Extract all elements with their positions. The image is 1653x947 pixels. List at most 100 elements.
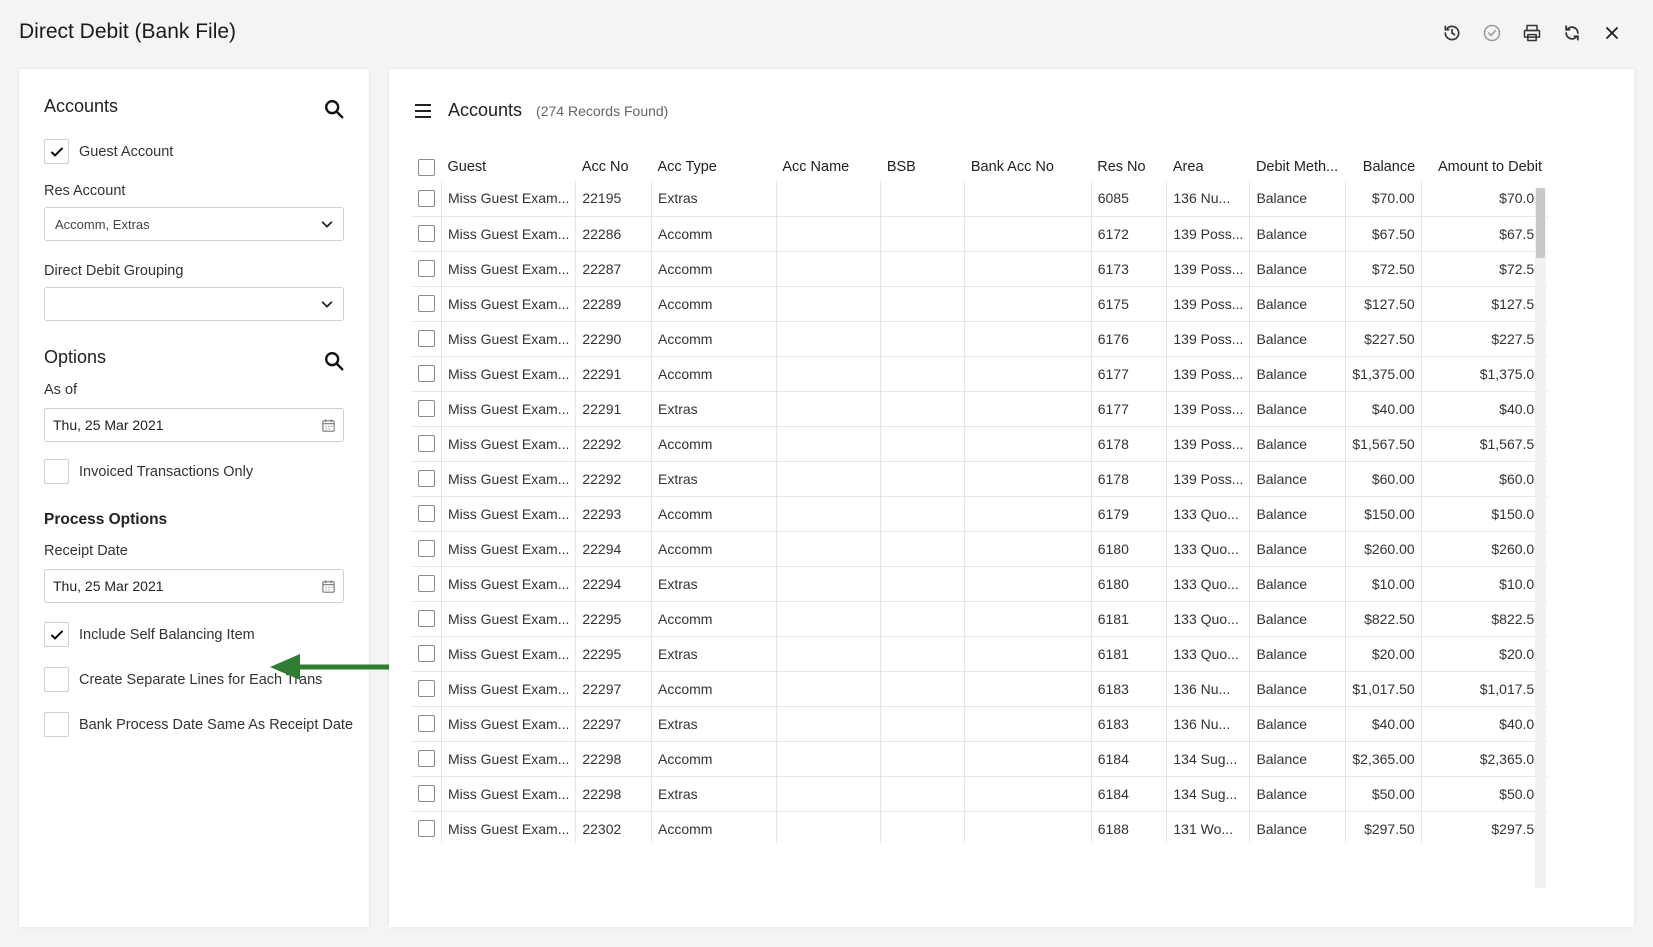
table-row[interactable]: Miss Guest Exam... 22291 Extras 6177 139 Pos…	[412, 391, 1548, 427]
col-header[interactable]: Bank Acc No	[965, 153, 1091, 181]
table-cell: 139 Poss...	[1166, 391, 1250, 427]
row-select-cell[interactable]	[412, 321, 442, 357]
row-checkbox[interactable]	[418, 400, 435, 418]
guest-account-option[interactable]: Guest Account	[44, 139, 173, 164]
self-balancing-checkbox[interactable]	[44, 622, 69, 647]
table-row[interactable]: Miss Guest Exam... 22291 Accomm 6177 139 Pos…	[412, 356, 1548, 392]
col-header[interactable]: Area	[1167, 153, 1250, 181]
invoiced-only-checkbox[interactable]	[44, 459, 69, 484]
table-row[interactable]: Miss Guest Exam... 22302 Accomm 6188 131 Wo.…	[412, 811, 1548, 843]
calendar-icon[interactable]	[321, 418, 336, 433]
row-checkbox[interactable]	[418, 330, 435, 348]
separate-lines-checkbox[interactable]	[44, 667, 69, 692]
row-select-cell[interactable]	[412, 356, 442, 392]
col-header[interactable]: Acc Type	[652, 153, 777, 181]
row-select-cell[interactable]	[412, 776, 442, 812]
row-select-cell[interactable]	[412, 216, 442, 252]
close-icon[interactable]	[1599, 20, 1625, 46]
table-row[interactable]: Miss Guest Exam... 22294 Accomm 6180 133 Quo…	[412, 531, 1548, 567]
bank-date-checkbox[interactable]	[44, 712, 69, 737]
select-all-cell[interactable]	[412, 153, 442, 181]
print-icon[interactable]	[1519, 20, 1545, 46]
row-select-cell[interactable]	[412, 566, 442, 602]
table-row[interactable]: Miss Guest Exam... 22298 Extras 6184 134 Sug…	[412, 776, 1548, 812]
table-cell	[880, 531, 965, 567]
self-balancing-option[interactable]: Include Self Balancing Item	[44, 622, 255, 647]
row-checkbox[interactable]	[418, 260, 435, 278]
scrollbar-thumb[interactable]	[1536, 188, 1545, 258]
table-row[interactable]: Miss Guest Exam... 22298 Accomm 6184 134 Sug…	[412, 741, 1548, 777]
row-checkbox[interactable]	[418, 540, 435, 558]
col-header[interactable]: Acc No	[576, 153, 652, 181]
as-of-date-field[interactable]: Thu, 25 Mar 2021	[44, 408, 344, 442]
col-header[interactable]: Balance	[1346, 153, 1421, 181]
refresh-icon[interactable]	[1559, 20, 1585, 46]
table-row[interactable]: Miss Guest Exam... 22195 Extras 6085 136 Nu.…	[412, 181, 1548, 217]
check-circle-icon[interactable]	[1479, 20, 1505, 46]
row-checkbox[interactable]	[418, 575, 435, 593]
row-checkbox[interactable]	[418, 820, 435, 838]
search-icon[interactable]	[323, 98, 345, 120]
col-header[interactable]: Res No	[1091, 153, 1167, 181]
history-icon[interactable]	[1439, 20, 1465, 46]
col-header[interactable]: Guest	[442, 153, 576, 181]
grouping-select[interactable]	[44, 287, 344, 321]
table-row[interactable]: Miss Guest Exam... 22287 Accomm 6173 139 Pos…	[412, 251, 1548, 287]
row-checkbox[interactable]	[418, 190, 435, 208]
col-header[interactable]: Acc Name	[776, 153, 880, 181]
row-checkbox[interactable]	[418, 365, 435, 383]
table-cell: $822.50	[1420, 601, 1548, 637]
row-select-cell[interactable]	[412, 181, 442, 217]
row-checkbox[interactable]	[418, 470, 435, 488]
table-row[interactable]: Miss Guest Exam... 22286 Accomm 6172 139 Pos…	[412, 216, 1548, 252]
table-cell	[880, 216, 965, 252]
table-row[interactable]: Miss Guest Exam... 22295 Accomm 6181 133 Quo…	[412, 601, 1548, 637]
row-checkbox[interactable]	[418, 680, 435, 698]
receipt-date-field[interactable]: Thu, 25 Mar 2021	[44, 569, 344, 603]
row-select-cell[interactable]	[412, 391, 442, 427]
row-select-cell[interactable]	[412, 811, 442, 843]
table-row[interactable]: Miss Guest Exam... 22292 Extras 6178 139 Pos…	[412, 461, 1548, 497]
col-header[interactable]: Amount to Debit	[1421, 153, 1548, 181]
search-icon[interactable]	[323, 350, 345, 372]
row-checkbox[interactable]	[418, 505, 435, 523]
row-checkbox[interactable]	[418, 610, 435, 628]
table-row[interactable]: Miss Guest Exam... 22290 Accomm 6176 139 Pos…	[412, 321, 1548, 357]
row-select-cell[interactable]	[412, 461, 442, 497]
table-row[interactable]: Miss Guest Exam... 22292 Accomm 6178 139 Pos…	[412, 426, 1548, 462]
res-account-select[interactable]: Accomm, Extras	[44, 207, 344, 241]
table-row[interactable]: Miss Guest Exam... 22293 Accomm 6179 133 Quo…	[412, 496, 1548, 532]
row-checkbox[interactable]	[418, 715, 435, 733]
row-checkbox[interactable]	[418, 435, 435, 453]
table-row[interactable]: Miss Guest Exam... 22289 Accomm 6175 139 Pos…	[412, 286, 1548, 322]
row-select-cell[interactable]	[412, 671, 442, 707]
row-select-cell[interactable]	[412, 741, 442, 777]
col-header[interactable]: BSB	[881, 153, 965, 181]
table-row[interactable]: Miss Guest Exam... 22294 Extras 6180 133 Quo…	[412, 566, 1548, 602]
col-header[interactable]: Debit Meth...	[1250, 153, 1346, 181]
row-select-cell[interactable]	[412, 426, 442, 462]
row-checkbox[interactable]	[418, 295, 435, 313]
row-checkbox[interactable]	[418, 750, 435, 768]
table-row[interactable]: Miss Guest Exam... 22297 Extras 6183 136 Nu.…	[412, 706, 1548, 742]
row-checkbox[interactable]	[418, 225, 435, 243]
row-checkbox[interactable]	[418, 785, 435, 803]
row-select-cell[interactable]	[412, 496, 442, 532]
calendar-icon[interactable]	[321, 579, 336, 594]
table-row[interactable]: Miss Guest Exam... 22297 Accomm 6183 136 Nu.…	[412, 671, 1548, 707]
guest-account-checkbox[interactable]	[44, 139, 69, 164]
row-checkbox[interactable]	[418, 645, 435, 663]
bank-date-option[interactable]: Bank Process Date Same As Receipt Date	[44, 712, 353, 737]
table-row[interactable]: Miss Guest Exam... 22295 Extras 6181 133 Quo…	[412, 636, 1548, 672]
table-cell	[880, 496, 965, 532]
invoiced-only-option[interactable]: Invoiced Transactions Only	[44, 459, 253, 484]
row-select-cell[interactable]	[412, 251, 442, 287]
select-all-checkbox[interactable]	[418, 158, 435, 176]
row-select-cell[interactable]	[412, 286, 442, 322]
scrollbar[interactable]	[1535, 188, 1546, 888]
row-select-cell[interactable]	[412, 706, 442, 742]
menu-icon[interactable]	[413, 102, 433, 120]
row-select-cell[interactable]	[412, 636, 442, 672]
row-select-cell[interactable]	[412, 601, 442, 637]
row-select-cell[interactable]	[412, 531, 442, 567]
